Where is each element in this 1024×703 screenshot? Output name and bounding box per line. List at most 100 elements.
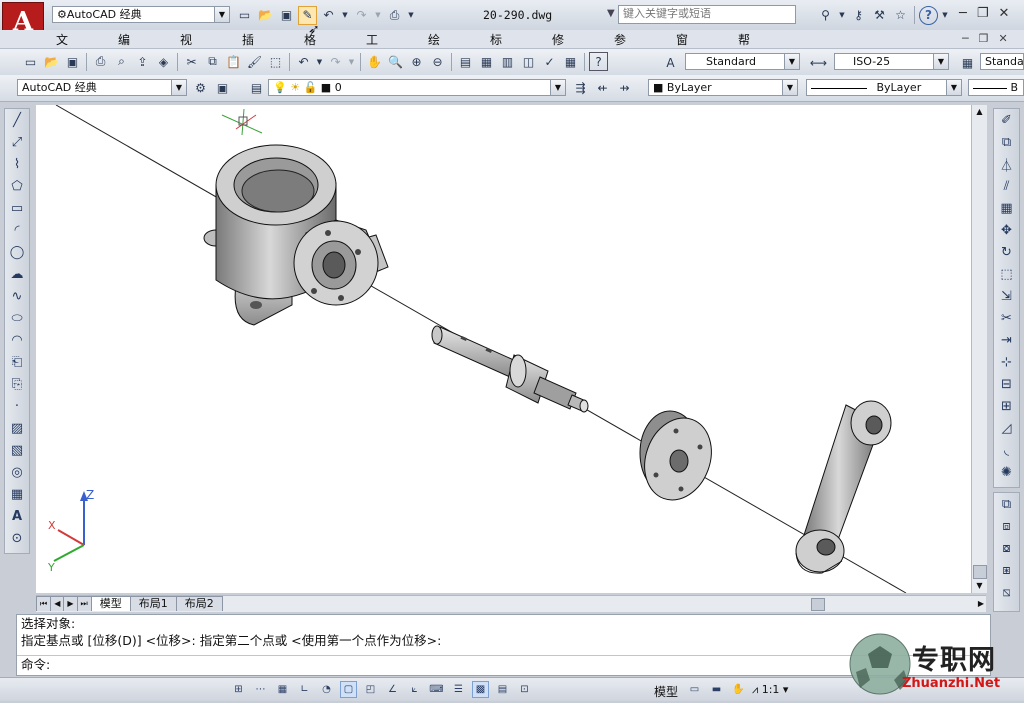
undo-icon[interactable]: ↶ xyxy=(319,6,338,25)
drawing-canvas[interactable]: Z X Y xyxy=(36,105,971,593)
housing-part[interactable] xyxy=(203,144,389,326)
minimize-icon[interactable]: ─ xyxy=(962,32,969,45)
chevron-down-icon[interactable]: ▼ xyxy=(406,6,416,25)
table-icon[interactable]: ▦ xyxy=(7,484,27,504)
cut-icon[interactable]: ✂ xyxy=(182,52,201,71)
tab-layout2[interactable]: 布局2 xyxy=(175,596,223,611)
chevron-down-icon[interactable]: ▼ xyxy=(340,6,350,25)
text-above-icon[interactable]: ⧅ xyxy=(997,582,1017,602)
array-icon[interactable]: ▦ xyxy=(997,198,1017,218)
lineweight-combo[interactable]: B xyxy=(968,79,1024,96)
fillet-icon[interactable]: ◟ xyxy=(997,440,1017,460)
insert-block-icon[interactable]: ⎗ xyxy=(7,352,27,372)
close-icon[interactable]: ✕ xyxy=(999,32,1008,45)
block-editor-icon[interactable]: ⬚ xyxy=(266,52,285,71)
transparency-icon[interactable]: ▩ xyxy=(472,681,489,698)
workspace-quick-combo[interactable]: ⚙AutoCAD 经典 ▼ xyxy=(52,6,230,23)
match-properties-icon[interactable]: 🖌 xyxy=(245,52,264,71)
bring-above-icon[interactable]: ⧇ xyxy=(997,538,1017,558)
undo-icon[interactable]: ↶ xyxy=(294,52,313,71)
layer-states-icon[interactable]: ⇸ xyxy=(615,78,634,97)
mirror-icon[interactable]: ⏃ xyxy=(997,154,1017,174)
scroll-up-icon[interactable]: ▲ xyxy=(972,105,987,119)
workspace-settings-icon[interactable]: ▣ xyxy=(213,78,232,97)
tab-model[interactable]: 模型 xyxy=(90,596,131,611)
polygon-icon[interactable]: ⬠ xyxy=(7,176,27,196)
scroll-right-icon[interactable]: ▶ xyxy=(978,596,984,611)
tab-nav-prev-icon[interactable]: ◀ xyxy=(50,596,65,611)
send-to-back-icon[interactable]: ⧈ xyxy=(997,516,1017,536)
infer-constraints-icon[interactable]: ⊞ xyxy=(230,681,247,698)
open-folder-icon[interactable]: 📂 xyxy=(256,6,275,25)
lineweight-icon[interactable]: ☰ xyxy=(450,681,467,698)
multiline-text-icon[interactable]: A xyxy=(7,506,27,526)
circle-icon[interactable]: ◯ xyxy=(7,242,27,262)
quick-view-layouts-icon[interactable]: ▭ xyxy=(686,681,703,698)
quick-properties-icon[interactable]: ▤ xyxy=(494,681,511,698)
save-icon[interactable]: ▣ xyxy=(63,52,82,71)
rotate-icon[interactable]: ↻ xyxy=(997,242,1017,262)
chevron-down-icon[interactable]: ▼ xyxy=(607,8,615,19)
scroll-thumb[interactable] xyxy=(973,565,987,579)
grid-display-icon[interactable]: ▦ xyxy=(274,681,291,698)
tool-palettes-icon[interactable]: ▥ xyxy=(498,52,517,71)
chevron-down-icon[interactable]: ▼ xyxy=(315,52,324,71)
satellite-icon[interactable]: ⚒ xyxy=(870,6,889,25)
arc-icon[interactable]: ◜ xyxy=(7,220,27,240)
rectangle-icon[interactable]: ▭ xyxy=(7,198,27,218)
chevron-down-icon[interactable]: ▼ xyxy=(837,6,847,25)
layer-previous-icon[interactable]: ⇷ xyxy=(593,78,612,97)
copy-icon[interactable]: ⧉ xyxy=(997,132,1017,152)
paste-icon[interactable]: 📋 xyxy=(224,52,243,71)
offset-icon[interactable]: ⫽ xyxy=(997,176,1017,196)
zoom-realtime-icon[interactable]: 🔍 xyxy=(386,52,405,71)
stretch-icon[interactable]: ⇲ xyxy=(997,286,1017,306)
redo-icon[interactable]: ↷ xyxy=(326,52,345,71)
key-icon[interactable]: ⚷ xyxy=(849,6,868,25)
link-arm-part[interactable] xyxy=(795,400,892,574)
redo-icon[interactable]: ↷ xyxy=(352,6,371,25)
print-icon[interactable]: ⎙ xyxy=(385,6,404,25)
open-icon[interactable]: 📂 xyxy=(42,52,61,71)
ortho-mode-icon[interactable]: ∟ xyxy=(296,681,313,698)
workspace-combo[interactable]: AutoCAD 经典 ▼ xyxy=(17,79,187,96)
chevron-down-icon[interactable]: ▼ xyxy=(373,6,383,25)
save-icon[interactable]: ▣ xyxy=(277,6,296,25)
gradient-icon[interactable]: ▧ xyxy=(7,440,27,460)
object-snap-icon[interactable]: ▢ xyxy=(340,681,357,698)
copy-icon[interactable]: ⧉ xyxy=(203,52,222,71)
chevron-down-icon[interactable]: ▼ xyxy=(347,52,356,71)
markup-icon[interactable]: ✓ xyxy=(540,52,559,71)
extend-icon[interactable]: ⇥ xyxy=(997,330,1017,350)
zoom-previous-icon[interactable]: ⊖ xyxy=(428,52,447,71)
quick-view-drawings-icon[interactable]: ▬ xyxy=(708,681,725,698)
dynamic-ucs-icon[interactable]: ⟀ xyxy=(406,681,423,698)
construction-line-icon[interactable]: ⤢ xyxy=(7,132,27,152)
star-icon[interactable]: ☆ xyxy=(891,6,910,25)
command-input[interactable]: 命令: xyxy=(17,655,990,673)
zoom-window-icon[interactable]: ⊕ xyxy=(407,52,426,71)
bring-to-front-icon[interactable]: ⧉ xyxy=(997,494,1017,514)
chevron-down-icon[interactable]: ▼ xyxy=(940,6,950,25)
break-icon[interactable]: ⊟ xyxy=(997,374,1017,394)
make-block-icon[interactable]: ⎘ xyxy=(7,374,27,394)
vertical-scrollbar[interactable]: ▲ ▼ xyxy=(971,105,987,593)
selection-cycling-icon[interactable]: ⊡ xyxy=(516,681,533,698)
layer-manager-icon[interactable]: ▤ xyxy=(247,78,266,97)
annotation-scale[interactable]: ⩘ 1:1 ▾ xyxy=(752,683,788,697)
model-viewport[interactable]: Z X Y xyxy=(36,105,971,593)
spline-icon[interactable]: ∿ xyxy=(7,286,27,306)
shaft-part[interactable] xyxy=(431,325,589,413)
region-icon[interactable]: ◎ xyxy=(7,462,27,482)
search-input[interactable]: 键入关键字或短语 xyxy=(618,5,796,24)
linetype-combo[interactable]: ByLayer ▼ xyxy=(806,79,962,96)
hatch-icon[interactable]: ▨ xyxy=(7,418,27,438)
trim-icon[interactable]: ✂ xyxy=(997,308,1017,328)
color-combo[interactable]: ■ ByLayer ▼ xyxy=(648,79,798,96)
layer-combo[interactable]: 💡 ☀ 🔓 ■ 0 ▼ xyxy=(268,79,566,96)
pan-icon[interactable]: ✋ xyxy=(365,52,384,71)
gear-icon[interactable]: ⚙ xyxy=(191,78,210,97)
ellipse-icon[interactable]: ⬭ xyxy=(7,308,27,328)
close-icon[interactable]: ✕ xyxy=(998,6,1009,21)
design-center-icon[interactable]: ▦ xyxy=(477,52,496,71)
